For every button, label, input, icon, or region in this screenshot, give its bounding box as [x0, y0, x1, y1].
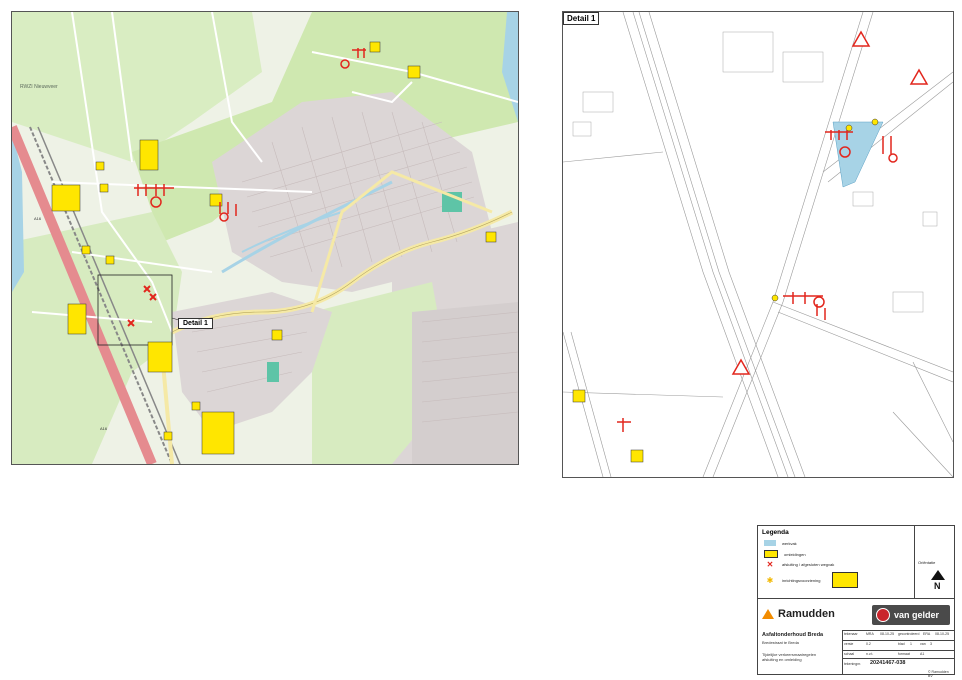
- ramudden-triangle-icon: [762, 609, 774, 619]
- drawing-number: 20241467-038: [870, 660, 906, 666]
- werkvak-swatch-icon: [764, 540, 776, 546]
- detail-map[interactable]: [562, 11, 954, 478]
- detail-title: Detail 1: [563, 12, 600, 25]
- meta-schaal-label: schaal: [844, 652, 855, 656]
- legend-item-afsluiting: ✕ afsluiting / afgesloten wegvak: [764, 560, 835, 569]
- meta-tekenaar: MRA: [866, 632, 874, 636]
- north-arrow-icon: N: [930, 570, 946, 595]
- meta-van: 3: [930, 642, 932, 646]
- meta-gecontroleerd: ERA: [923, 632, 931, 636]
- overview-map[interactable]: RWZI Nieuwveer A16 A16: [11, 11, 519, 465]
- project-title: Asfaltonderhoud Breda: [762, 632, 824, 638]
- drawing-sheet: RWZI Nieuwveer A16 A16 Detail 1 Detail 1…: [0, 0, 962, 680]
- detail-callout-label: Detail 1: [178, 318, 213, 329]
- meta-gecontroleerd-label: gecontroleerd: [898, 632, 920, 636]
- ramudden-logo: Ramudden: [762, 608, 835, 620]
- meta-versie-label: versie: [844, 642, 854, 646]
- project-subtitle: Bredestraat te Breda: [762, 640, 799, 645]
- meta-nummer-label: tekeningnr.: [844, 662, 862, 666]
- a16-label-1: A16: [34, 216, 42, 221]
- rwzi-label: RWZI Nieuwveer: [20, 84, 58, 90]
- meta-schaal: n.v.t.: [866, 652, 874, 656]
- van-gelder-mark-icon: [876, 608, 890, 622]
- sun-icon: ✱: [766, 575, 774, 585]
- meta-date2: 08-10-25: [935, 632, 950, 636]
- meta-versie: 0.2: [866, 642, 871, 646]
- copyright: © Ramudden BV: [928, 670, 949, 678]
- info-board-swatch-icon: [832, 572, 859, 588]
- north-letter: N: [934, 581, 941, 590]
- meta-date1: 08-10-25: [880, 632, 895, 636]
- title-block: Legenda werkvak omleidingen ✕ afsluiting…: [757, 525, 955, 678]
- legend-item-inrichting: ✱ inrichtingsvoorziening: [764, 572, 859, 588]
- meta-blad-label: blad: [898, 642, 905, 646]
- legend-item-werkvak: werkvak: [764, 540, 797, 546]
- overview-map-graphic: RWZI Nieuwveer A16 A16: [12, 12, 518, 464]
- omleiding-swatch-icon: [764, 550, 778, 558]
- meta-tekenaar-label: tekenaar: [844, 632, 858, 636]
- meta-formaat: A1: [920, 652, 925, 656]
- project-description: Tijdelijke verkeersmaatregelen afsluitin…: [762, 652, 817, 662]
- legend-item-omleidingen: omleidingen: [764, 550, 806, 558]
- north-label: Oriëntatie: [918, 560, 936, 565]
- meta-formaat-label: formaat: [898, 652, 910, 656]
- meta-blad: 1: [910, 642, 912, 646]
- van-gelder-logo: van gelder: [872, 605, 950, 625]
- red-cross-icon: ✕: [766, 560, 774, 569]
- meta-van-label: van: [920, 642, 926, 646]
- legend-title: Legenda: [762, 529, 789, 536]
- a16-label-2: A16: [100, 426, 108, 431]
- detail-map-graphic: [563, 12, 953, 477]
